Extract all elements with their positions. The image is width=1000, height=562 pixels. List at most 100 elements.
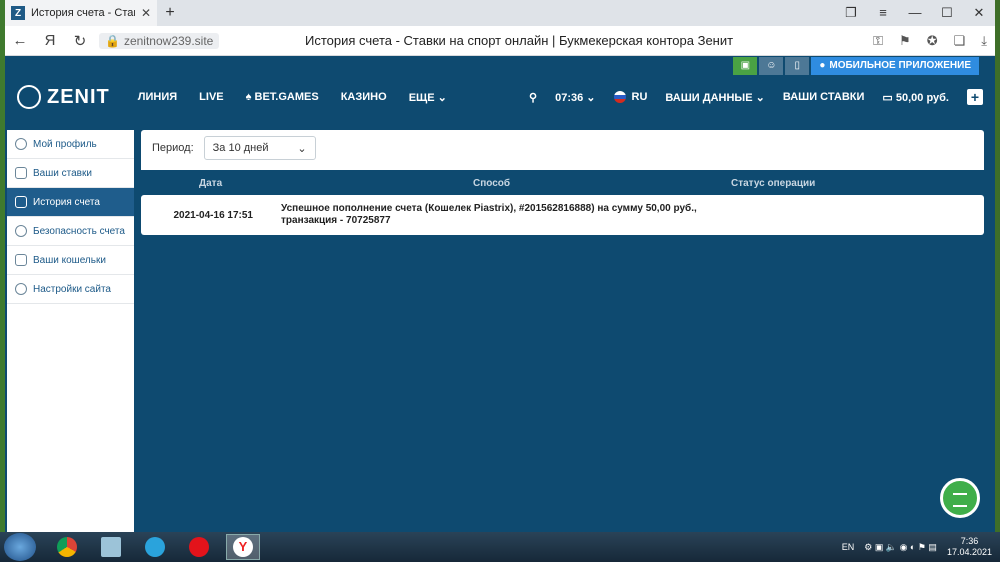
lock-icon: 🔒	[105, 33, 120, 48]
sidebar-item-bets[interactable]: Ваши ставки	[7, 159, 134, 188]
protect-icon[interactable]: ⚿	[873, 33, 883, 49]
header-right: ⚲ 07:36 ⌄ RU ВАШИ ДАННЫЕ ⌄ ВАШИ СТАВКИ ▭…	[529, 89, 983, 105]
balance[interactable]: ▭ 50,00 руб.	[882, 91, 949, 104]
new-tab-button[interactable]: +	[157, 4, 183, 22]
sidebar-item-history[interactable]: История счета	[7, 188, 134, 217]
url-text: zenitnow239.site	[123, 33, 214, 48]
address-bar-actions: ⚿ ⚑ ✪ ❏ ⤓	[873, 26, 987, 56]
bookmark-manager-icon[interactable]: ❐	[835, 0, 867, 26]
notes-icon	[101, 537, 121, 557]
history-panel: Период: За 10 дней ⌄ Дата Способ Статус …	[141, 130, 984, 196]
sidebar-item-wallets[interactable]: Ваши кошельки	[7, 246, 134, 275]
user-icon	[15, 138, 27, 150]
telegram-icon	[145, 537, 165, 557]
sidebar-item-security[interactable]: Безопасность счета	[7, 217, 134, 246]
tray-icons[interactable]: ⚙ ▣ 🔈 ◉ ◐ ⚑ ▤	[864, 542, 937, 553]
your-data-menu[interactable]: ВАШИ ДАННЫЕ ⌄	[665, 91, 764, 104]
card-icon	[15, 254, 27, 266]
sidebar-item-settings[interactable]: Настройки сайта	[7, 275, 134, 304]
nav-betgames[interactable]: ♠ BET.GAMES	[246, 91, 319, 104]
tab-title: История счета - Ставки н	[31, 7, 135, 19]
mobile-app-label: МОБИЛЬНОЕ ПРИЛОЖЕНИЕ	[829, 60, 971, 71]
lock-button[interactable]: ▣	[733, 57, 758, 75]
collections-icon[interactable]: ❏	[954, 33, 966, 49]
tray-date: 17.04.2021	[946, 547, 992, 557]
sidebar-item-label: Настройки сайта	[33, 283, 111, 295]
row-date: 2021-04-16 17:51	[173, 209, 253, 221]
search-icon[interactable]: ⚲	[529, 91, 537, 104]
yandex-icon[interactable]: Я	[35, 32, 65, 49]
maximize-button[interactable]: ☐	[931, 0, 963, 26]
sidebar-item-profile[interactable]: Мой профиль	[7, 130, 134, 159]
period-label: Период:	[152, 142, 194, 154]
chevron-down-icon: ⌄	[437, 91, 447, 104]
taskbar: Y EN ⚙ ▣ 🔈 ◉ ◐ ⚑ ▤ 7:36 17.04.2021	[0, 532, 1000, 562]
period-filter: Период: За 10 дней ⌄	[141, 130, 984, 166]
time-display[interactable]: 07:36 ⌄	[555, 91, 595, 104]
opera-icon	[189, 537, 209, 557]
url-field[interactable]: 🔒 zenitnow239.site	[99, 32, 220, 49]
nav-more-label: ЕЩЕ	[408, 91, 435, 104]
minimize-button[interactable]: —	[899, 0, 931, 26]
column-status: Статус операции	[731, 177, 816, 189]
chevron-down-icon: ⌄	[297, 142, 307, 155]
sidebar-item-label: Безопасность счета	[33, 225, 125, 237]
tray-lang[interactable]: EN	[842, 542, 855, 552]
browser-tab[interactable]: Z История счета - Ставки н ✕	[5, 0, 157, 26]
nav-line[interactable]: ЛИНИЯ	[138, 91, 177, 104]
site-favicon-icon: Z	[11, 6, 25, 20]
nav-live[interactable]: LIVE	[199, 91, 223, 104]
main-nav: ЛИНИЯ LIVE ♠ BET.GAMES КАЗИНО ЕЩЕ ⌄	[138, 91, 447, 104]
sidebar-item-label: История счета	[33, 196, 100, 208]
mobile-button[interactable]: ▯	[785, 57, 810, 75]
mobile-app-button[interactable]: ● МОБИЛЬНОЕ ПРИЛОЖЕНИЕ	[811, 57, 979, 75]
reload-icon[interactable]: ↻	[65, 32, 95, 50]
sidebar-item-label: Ваши кошельки	[33, 254, 106, 266]
language-selector[interactable]: RU	[613, 90, 648, 104]
system-tray: EN ⚙ ▣ 🔈 ◉ ◐ ⚑ ▤ 7:36 17.04.2021	[842, 536, 1000, 558]
page-title: История счета - Ставки на спорт онлайн |…	[305, 33, 734, 48]
gear-icon	[15, 283, 27, 295]
nav-casino[interactable]: КАЗИНО	[341, 91, 387, 104]
nav-more[interactable]: ЕЩЕ ⌄	[409, 91, 447, 104]
tray-time: 7:36	[960, 536, 979, 546]
table-row: 2021-04-16 17:51 Успешное пополнение сче…	[141, 195, 984, 235]
taskbar-chrome[interactable]	[50, 534, 84, 560]
taskbar-yandex[interactable]: Y	[226, 534, 260, 560]
taskbar-opera[interactable]	[182, 534, 216, 560]
taskbar-notes[interactable]	[94, 534, 128, 560]
zenit-logo[interactable]: ZENIT	[17, 85, 110, 109]
menu-icon[interactable]: ≡	[867, 0, 899, 26]
download-icon[interactable]: ⤓	[981, 33, 987, 49]
extension-icon[interactable]: ✪	[927, 33, 938, 49]
row-method: Успешное пополнение счета (Кошелек Piast…	[281, 203, 697, 226]
sidebar-item-label: Мой профиль	[33, 138, 97, 150]
close-window-button[interactable]: ✕	[963, 0, 995, 26]
taskbar-telegram[interactable]	[138, 534, 172, 560]
sidebar-item-label: Ваши ставки	[33, 167, 92, 179]
close-tab-icon[interactable]: ✕	[141, 6, 151, 20]
tray-clock[interactable]: 7:36 17.04.2021	[947, 536, 992, 558]
period-value: За 10 дней	[212, 142, 269, 154]
chrome-icon	[57, 537, 77, 557]
period-select[interactable]: За 10 дней ⌄	[203, 136, 316, 160]
back-icon[interactable]: ←	[5, 32, 35, 49]
column-date: Дата	[199, 177, 223, 189]
logo-ball-icon	[17, 85, 41, 109]
user-button[interactable]: ☺	[759, 57, 784, 75]
bookmark-icon[interactable]: ⚑	[899, 33, 911, 49]
russia-flag-icon	[613, 91, 626, 104]
your-data-label: ВАШИ ДАННЫЕ	[665, 91, 753, 104]
deposit-button[interactable]: +	[967, 89, 983, 105]
chat-button[interactable]	[940, 478, 980, 518]
nav-betgames-label: BET.GAMES	[254, 90, 319, 103]
top-strip: ▣ ☺ ▯ ● МОБИЛЬНОЕ ПРИЛОЖЕНИЕ	[5, 56, 995, 76]
your-bets-link[interactable]: ВАШИ СТАВКИ	[783, 91, 865, 103]
wallet-icon: ▭	[882, 91, 893, 104]
address-bar: ← Я ↻ 🔒 zenitnow239.site История счета -…	[5, 26, 995, 56]
start-button[interactable]	[4, 533, 36, 561]
yandex-browser-icon: Y	[233, 537, 253, 557]
language-label: RU	[631, 90, 648, 103]
column-method: Способ	[473, 177, 511, 189]
zenit-site: ▣ ☺ ▯ ● МОБИЛЬНОЕ ПРИЛОЖЕНИЕ ZENIT ЛИНИЯ…	[5, 56, 995, 532]
